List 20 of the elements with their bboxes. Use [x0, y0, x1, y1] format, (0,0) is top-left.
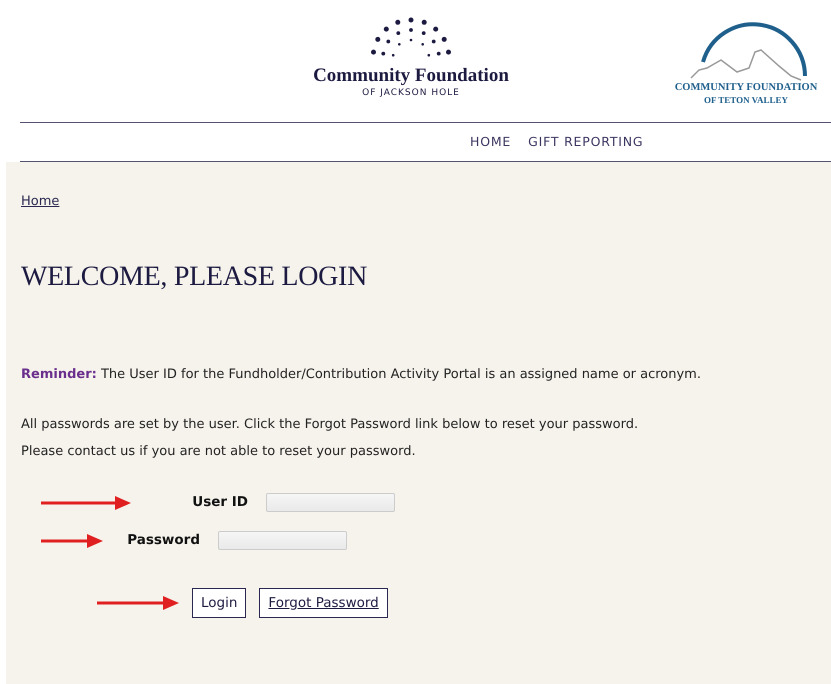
logo-subtitle: OF JACKSON HOLE	[361, 86, 461, 100]
info-text: All passwords are set by the user. Click the Forgot Password link below to reset your password.	[21, 416, 640, 434]
logo-text: COMMUNITY FOUNDATION	[674, 82, 818, 94]
login-button[interactable]: Login	[192, 588, 246, 618]
input-field[interactable]	[266, 493, 395, 512]
nav-link[interactable]: GIFT REPORTING	[528, 132, 644, 152]
page-heading: WELCOME, PLEASE LOGIN	[21, 260, 368, 294]
forgot-password-button[interactable]: Forgot Password	[259, 588, 388, 618]
info-text: Please contact us if you are not able to reset your password.	[21, 443, 417, 462]
logo-text: Community Foundation	[312, 66, 510, 87]
field-label: Password	[126, 531, 201, 550]
arrow-icon	[97, 596, 179, 610]
arrow-icon	[41, 496, 131, 510]
input-field[interactable]	[218, 531, 347, 550]
arrow-icon	[41, 534, 103, 548]
breadcrumb-link[interactable]: Home	[21, 194, 60, 209]
logo-subtitle: OF TETON VALLEY	[702, 94, 790, 107]
nav-link[interactable]: HOME	[470, 132, 512, 152]
reminder-text: Reminder: The User ID for the Fundholder/Contribution Activity Portal is an assigned name or acronym.	[21, 366, 702, 384]
field-label: User ID	[191, 493, 249, 512]
